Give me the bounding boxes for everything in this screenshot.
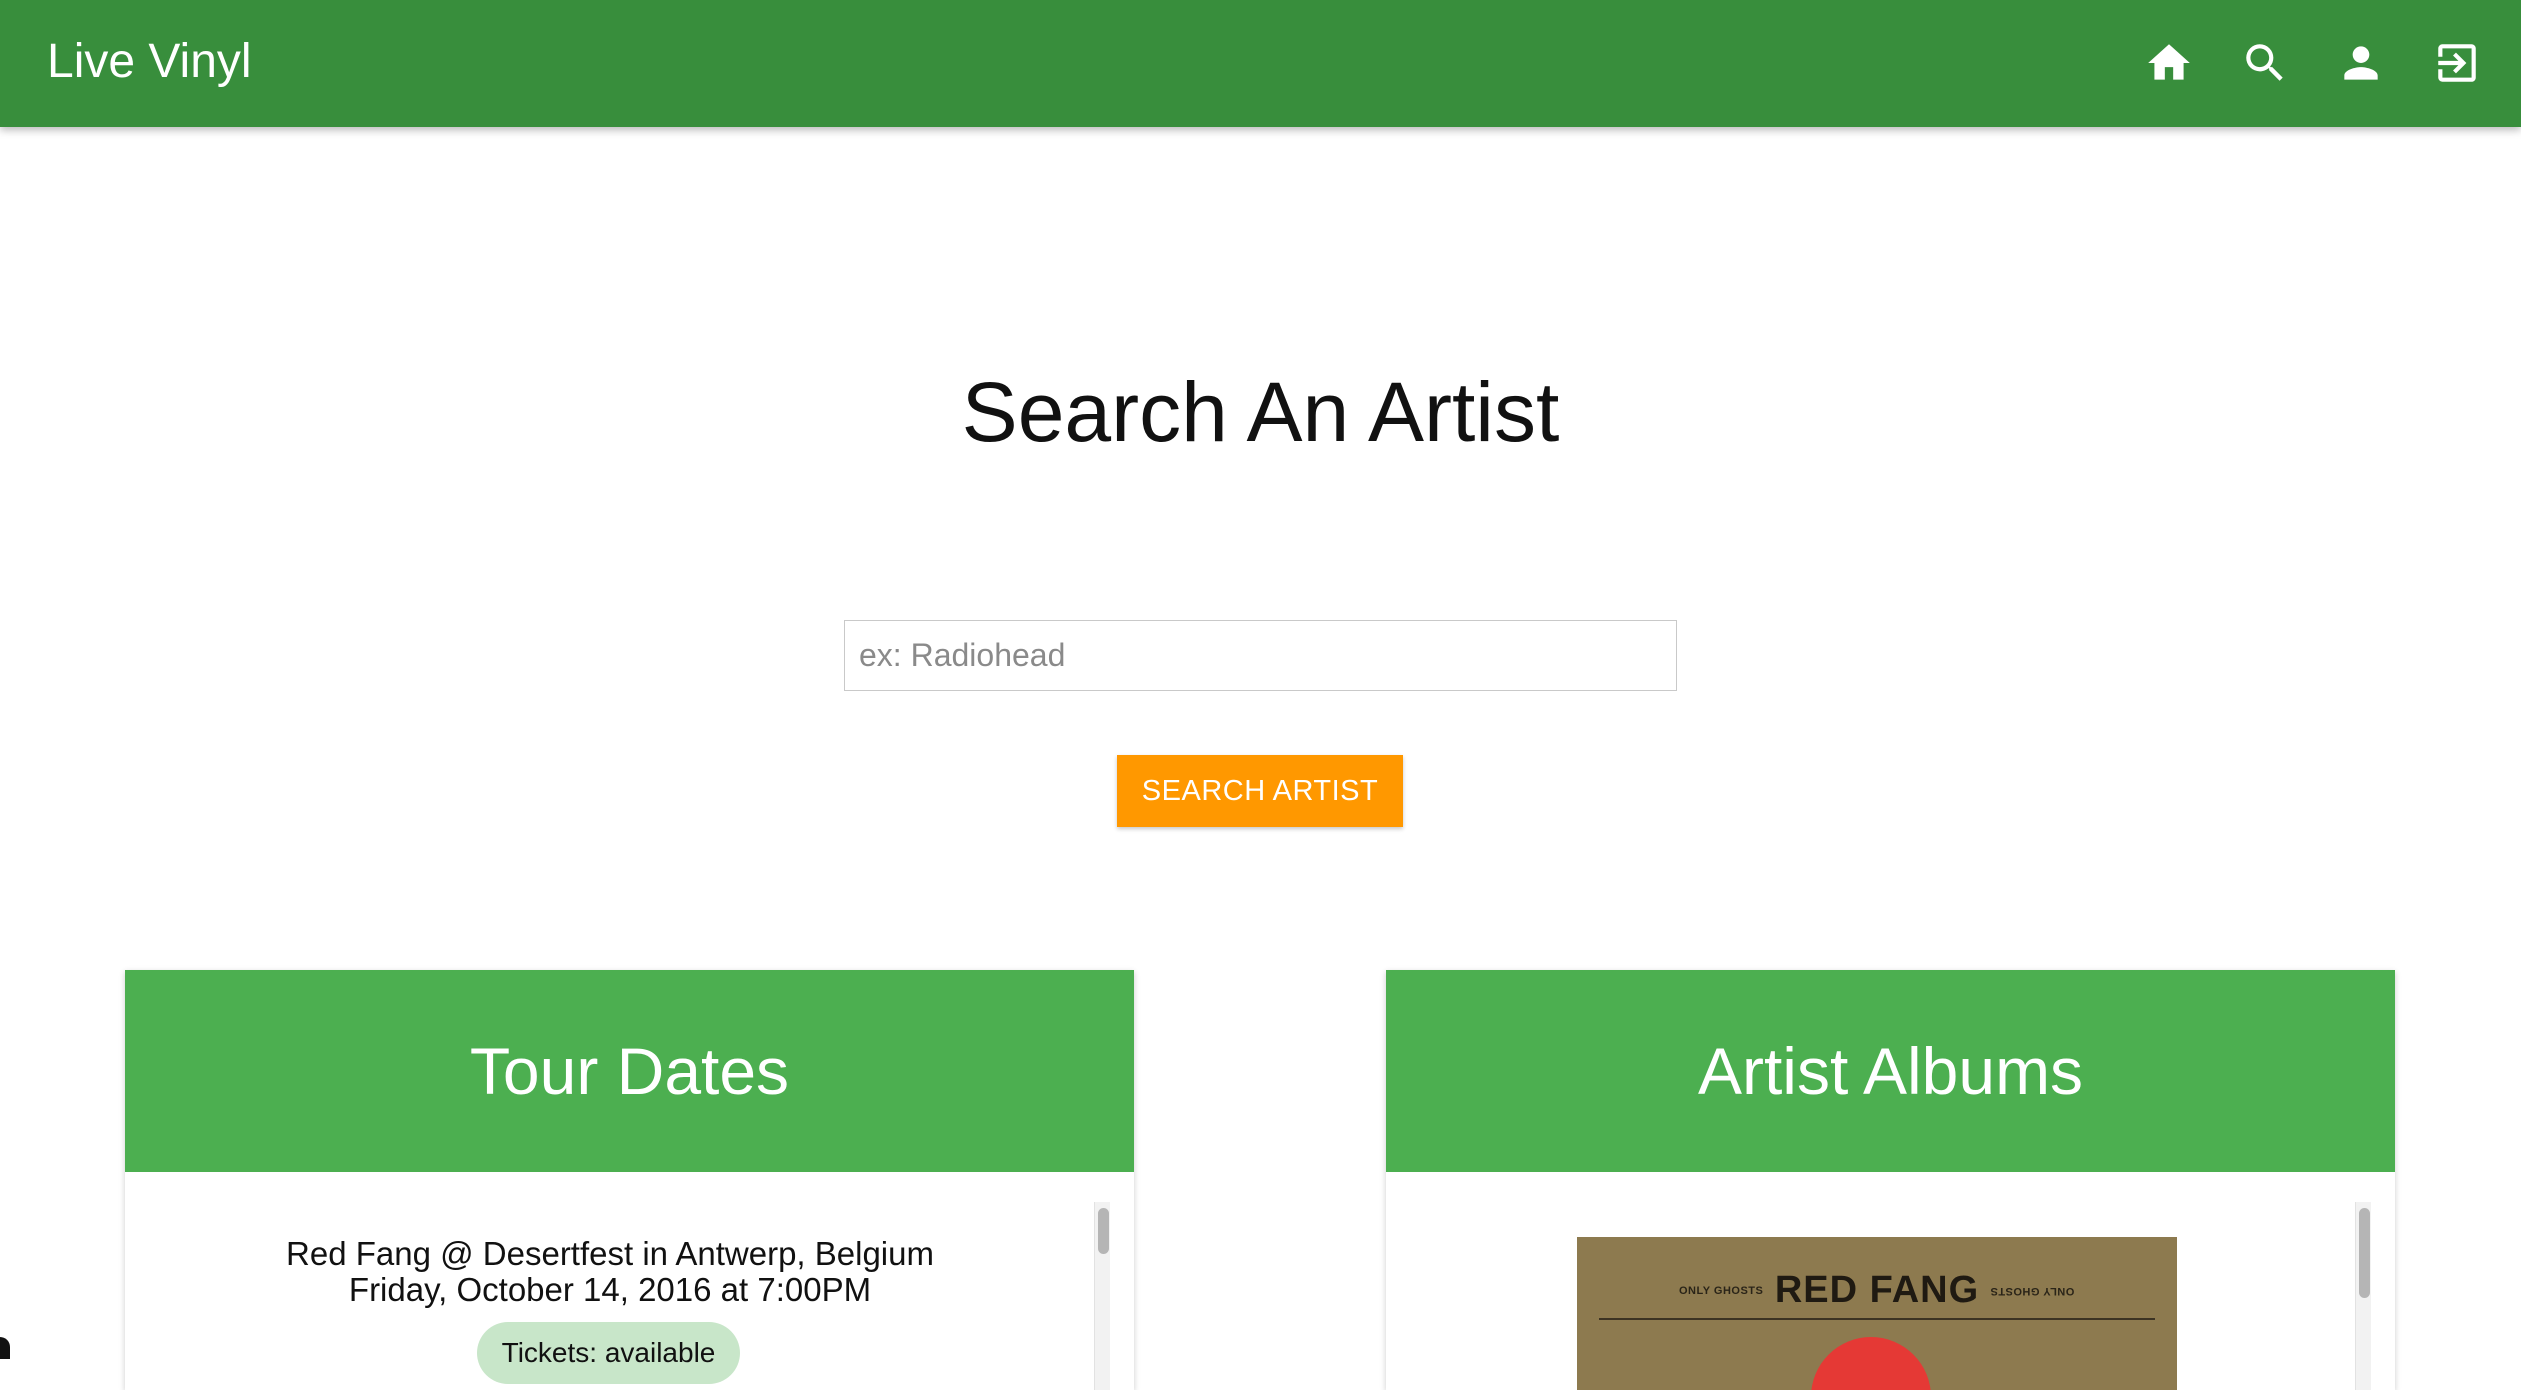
home-icon[interactable] <box>2144 38 2194 88</box>
albums-scrollbar[interactable] <box>2355 1202 2371 1390</box>
event-title: Red Fang @ Desertfest in Antwerp, Belgiu… <box>286 1235 934 1272</box>
album-tagline-right: ONLY GHOSTS <box>1990 1285 2075 1297</box>
scrollbar-thumb[interactable] <box>1098 1208 1109 1254</box>
exit-icon[interactable] <box>2432 38 2482 88</box>
event-datetime: Friday, October 14, 2016 at 7:00PM <box>348 1271 872 1308</box>
tour-dates-card: Tour Dates Red Fang @ Desertfest in Antw… <box>125 970 1134 1390</box>
artist-albums-card: Artist Albums ONLY GHOSTS RED FANG ONLY … <box>1386 970 2395 1390</box>
top-navbar: Live Vinyl <box>0 0 2521 127</box>
albums-list: ONLY GHOSTS RED FANG ONLY GHOSTS <box>1386 1172 2395 1390</box>
album-cover[interactable]: ONLY GHOSTS RED FANG ONLY GHOSTS <box>1577 1237 2177 1390</box>
artist-search-input[interactable] <box>844 620 1677 691</box>
album-disc-art <box>1811 1337 1931 1390</box>
search-artist-button[interactable]: Search Artist <box>1117 755 1403 827</box>
scrollbar-thumb[interactable] <box>2359 1208 2370 1298</box>
tour-dates-list: Red Fang @ Desertfest in Antwerp, Belgiu… <box>125 1172 1134 1390</box>
album-band-name: RED FANG <box>1774 1269 1980 1311</box>
page-heading: Search An Artist <box>961 365 1560 459</box>
person-icon[interactable] <box>2336 38 2386 88</box>
tickets-badge[interactable]: Tickets: available <box>477 1322 740 1384</box>
tour-dates-title: Tour Dates <box>125 970 1134 1172</box>
artist-albums-title: Artist Albums <box>1386 970 2395 1172</box>
tour-dates-scrollbar[interactable] <box>1094 1202 1110 1390</box>
search-icon[interactable] <box>2240 38 2290 88</box>
app-title[interactable]: Live Vinyl <box>47 32 252 92</box>
window-corner <box>0 1337 10 1359</box>
album-divider <box>1599 1318 2155 1320</box>
